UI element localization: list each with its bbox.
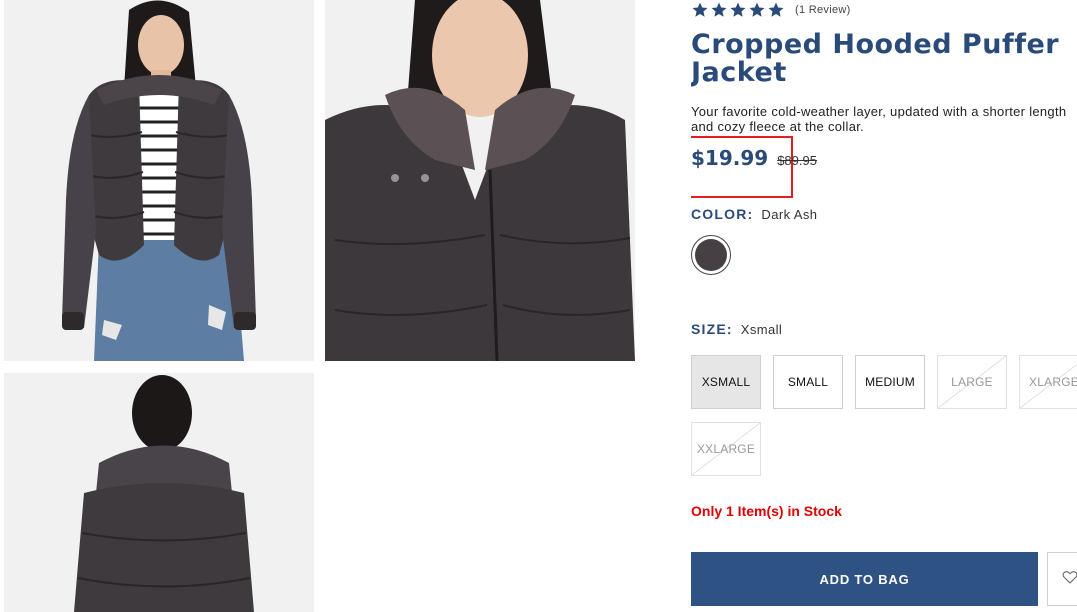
star-icon bbox=[729, 1, 747, 19]
size-option-small[interactable]: SMALL bbox=[773, 355, 843, 409]
size-option-xxlarge[interactable]: XXLARGE bbox=[691, 422, 761, 476]
product-details: (1 Review) Cropped Hooded Puffer Jacket … bbox=[691, 0, 1077, 612]
size-label-row: SIZE: Xsmall bbox=[691, 321, 782, 337]
size-option-label: SMALL bbox=[787, 375, 829, 389]
product-description: Your favorite cold-weather layer, update… bbox=[691, 104, 1067, 134]
color-label: COLOR: bbox=[691, 206, 754, 222]
color-swatch-dark-ash[interactable] bbox=[691, 235, 731, 275]
size-option-label: XLARGE bbox=[1029, 375, 1077, 389]
size-option-label: MEDIUM bbox=[865, 375, 915, 389]
product-photo-back[interactable] bbox=[4, 373, 314, 612]
rating-stars bbox=[691, 1, 785, 19]
stock-message: Only 1 Item(s) in Stock bbox=[691, 503, 842, 519]
color-label-row: COLOR: Dark Ash bbox=[691, 206, 817, 222]
product-page: (1 Review) Cropped Hooded Puffer Jacket … bbox=[0, 0, 1077, 612]
size-option-large[interactable]: LARGE bbox=[937, 355, 1007, 409]
product-photo-front[interactable] bbox=[4, 0, 314, 361]
original-price: $89.95 bbox=[777, 153, 817, 168]
selected-color-name: Dark Ash bbox=[761, 206, 818, 222]
review-count-link[interactable]: (1 Review) bbox=[795, 4, 851, 16]
heart-icon bbox=[1062, 569, 1077, 590]
sale-price: $19.99 bbox=[691, 146, 769, 170]
star-icon bbox=[710, 1, 728, 19]
product-photo-closeup[interactable] bbox=[325, 0, 635, 361]
selected-size-name: Xsmall bbox=[740, 321, 783, 337]
size-option-label: XSMALL bbox=[701, 375, 751, 389]
size-option-medium[interactable]: MEDIUM bbox=[855, 355, 925, 409]
size-option-xsmall[interactable]: XSMALL bbox=[691, 355, 761, 409]
wishlist-button[interactable] bbox=[1047, 552, 1077, 606]
product-title: Cropped Hooded Puffer Jacket bbox=[691, 29, 1060, 88]
size-option-xlarge[interactable]: XLARGE bbox=[1019, 355, 1077, 409]
rating[interactable]: (1 Review) bbox=[691, 0, 851, 20]
star-icon bbox=[691, 1, 709, 19]
size-label: SIZE: bbox=[691, 321, 733, 337]
add-to-bag-button[interactable]: ADD TO BAG bbox=[691, 552, 1038, 606]
size-option-label: LARGE bbox=[951, 375, 993, 389]
size-option-label: XXLARGE bbox=[696, 442, 756, 456]
swatch-fill bbox=[695, 239, 727, 271]
star-icon bbox=[748, 1, 766, 19]
price-row: $19.99 $89.95 bbox=[691, 146, 817, 170]
star-icon bbox=[767, 1, 785, 19]
